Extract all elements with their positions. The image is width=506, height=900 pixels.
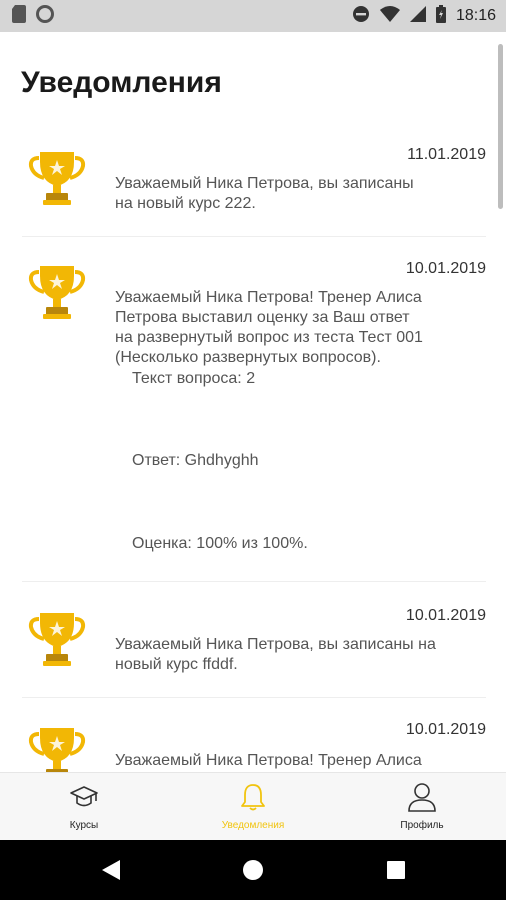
home-icon[interactable]	[242, 859, 264, 886]
back-icon[interactable]	[100, 859, 122, 886]
notification-text: Уважаемый Ника Петрова! Тренер Алиса	[115, 752, 422, 769]
notification-answer: Ответ: Ghdhyghh	[132, 452, 259, 469]
nav-label-notifications: Уведомления	[221, 820, 285, 831]
circle-icon	[36, 4, 54, 28]
graduation-cap-icon	[68, 781, 100, 813]
nav-label-profile: Профиль	[400, 820, 444, 831]
divider	[22, 581, 486, 582]
divider	[22, 236, 486, 237]
status-time: 18:16	[455, 7, 496, 24]
notification-item[interactable]: 10.01.2019 Уважаемый Ника Петрова! Трене…	[0, 238, 506, 583]
notification-list[interactable]: 11.01.2019 Уважаемый Ника Петрова, вы за…	[0, 130, 506, 772]
user-icon	[406, 781, 438, 813]
trophy-icon	[28, 724, 86, 772]
notification-question: Текст вопроса: 2	[132, 370, 256, 387]
trophy-icon	[28, 609, 86, 671]
notification-date: 11.01.2019	[407, 146, 486, 163]
notification-text: Уважаемый Ника Петрова, вы записаны на н…	[115, 175, 414, 212]
sd-card-icon	[12, 4, 26, 28]
notification-item[interactable]: 10.01.2019 Уважаемый Ника Петрова, вы за…	[0, 583, 506, 699]
nav-item-courses[interactable]: Курсы	[0, 773, 168, 841]
trophy-icon	[28, 262, 86, 324]
dnd-icon	[352, 5, 370, 28]
nav-label-courses: Курсы	[69, 820, 99, 831]
notification-grade: Оценка: 100% из 100%.	[132, 535, 308, 552]
divider	[22, 697, 486, 698]
battery-icon	[435, 4, 446, 28]
trophy-icon	[28, 148, 86, 210]
bell-icon	[237, 781, 269, 813]
wifi-icon	[379, 5, 400, 27]
notification-date: 10.01.2019	[405, 607, 486, 624]
notification-date: 10.01.2019	[405, 721, 486, 738]
nav-item-profile[interactable]: Профиль	[338, 773, 506, 841]
notification-text: Уважаемый Ника Петрова, вы записаны на н…	[115, 636, 436, 673]
status-bar: 18:16	[0, 0, 506, 32]
signal-icon	[409, 5, 426, 27]
bottom-navigation: Курсы Уведомления Профиль	[0, 772, 506, 840]
recents-icon[interactable]	[386, 860, 406, 885]
notification-text: Уважаемый Ника Петрова! Тренер Алиса Пет…	[115, 289, 423, 366]
notification-item[interactable]: 11.01.2019 Уважаемый Ника Петрова, вы за…	[0, 130, 506, 238]
notification-item[interactable]: 10.01.2019 Уважаемый Ника Петрова! Трене…	[0, 699, 506, 772]
notification-date: 10.01.2019	[405, 260, 486, 277]
android-navigation-bar	[0, 840, 506, 900]
page-title: Уведомления	[21, 66, 222, 99]
nav-item-notifications[interactable]: Уведомления	[169, 773, 337, 841]
